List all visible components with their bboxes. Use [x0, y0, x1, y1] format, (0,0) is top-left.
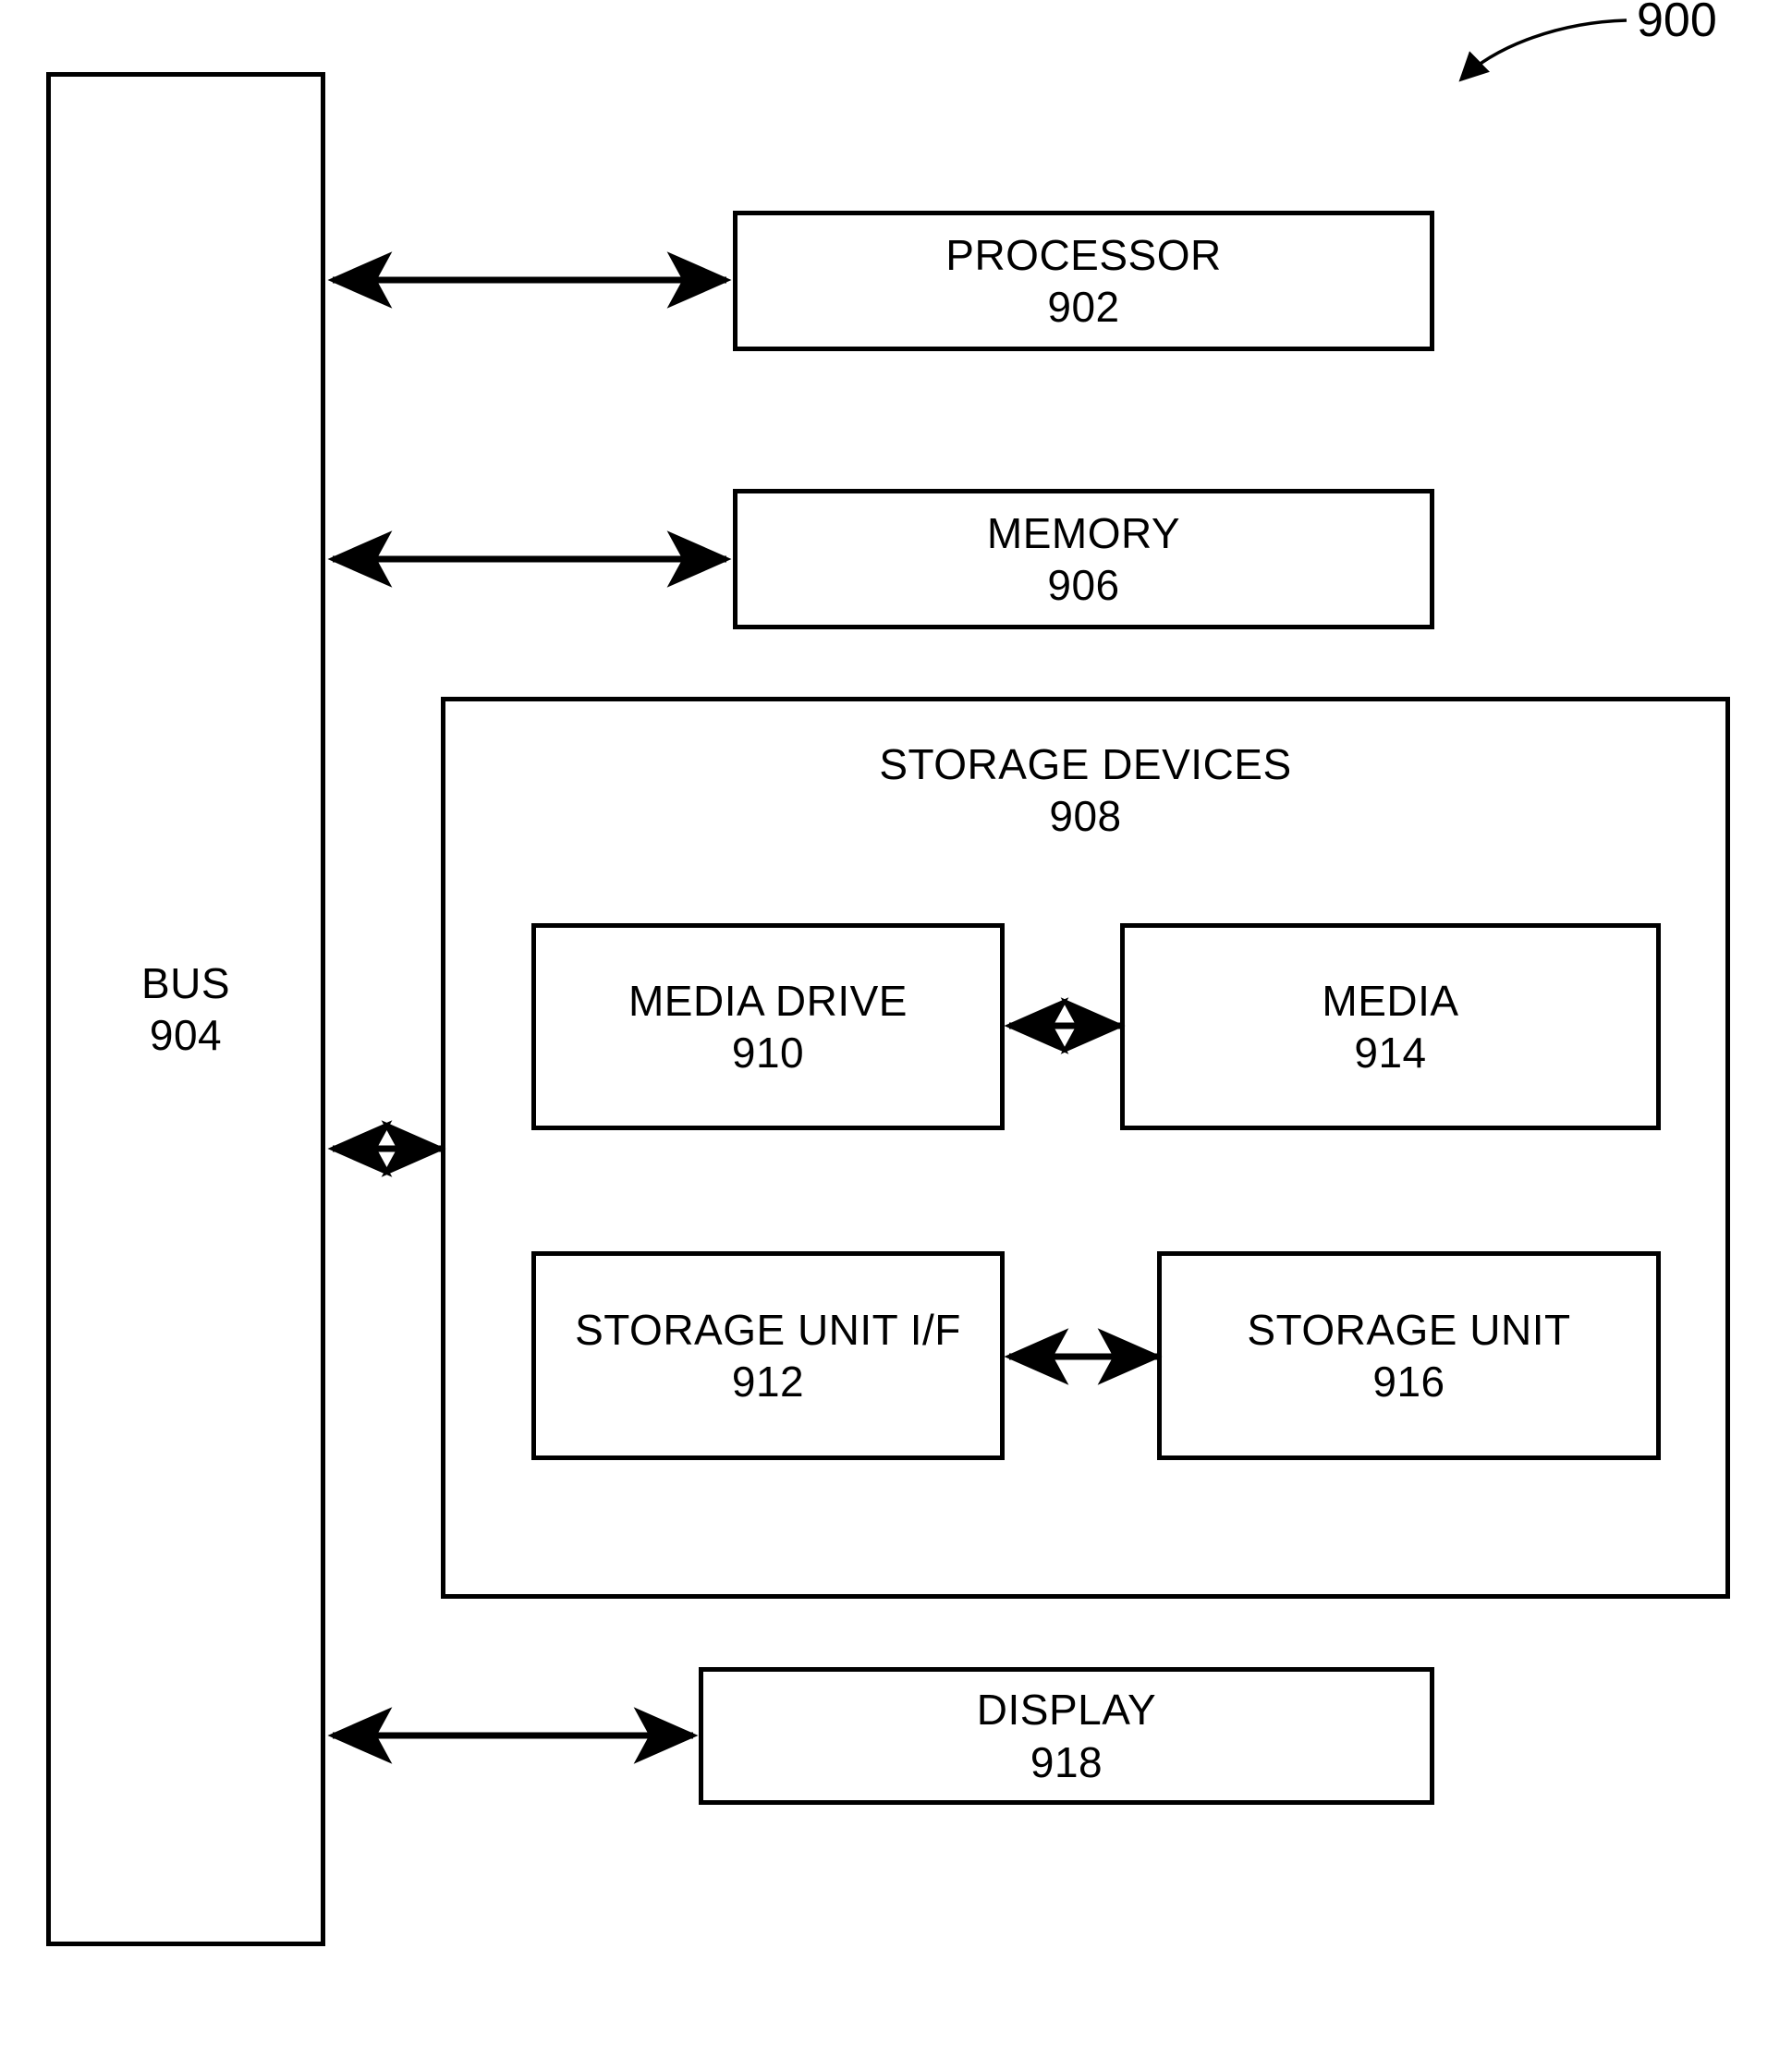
- block-media[interactable]: MEDIA 914: [1120, 923, 1661, 1130]
- block-media-drive-ref: 910: [731, 1029, 805, 1077]
- block-storage-devices[interactable]: STORAGE DEVICES 908: [441, 697, 1730, 1599]
- block-display[interactable]: DISPLAY 918: [699, 1667, 1434, 1805]
- block-storage-unit-label: STORAGE UNIT: [1247, 1305, 1571, 1354]
- block-processor-ref: 902: [1047, 283, 1120, 331]
- block-storage-unit-if-ref: 912: [731, 1358, 805, 1406]
- block-media-drive[interactable]: MEDIA DRIVE 910: [531, 923, 1005, 1130]
- figure-number-900: 900: [1637, 0, 1717, 47]
- block-display-label: DISPLAY: [976, 1686, 1157, 1735]
- figure-canvas: 900 BUS 904 PROCESSOR 902 MEMORY 906 STO…: [0, 0, 1792, 2046]
- block-storage-unit-ref: 916: [1372, 1358, 1445, 1406]
- block-memory[interactable]: MEMORY 906: [733, 489, 1434, 629]
- block-storage-unit-if-label: STORAGE UNIT I/F: [575, 1305, 961, 1354]
- block-display-ref: 918: [1030, 1737, 1103, 1786]
- block-memory-label: MEMORY: [986, 508, 1181, 557]
- block-storage-unit[interactable]: STORAGE UNIT 916: [1157, 1251, 1661, 1460]
- block-storage-devices-ref: 908: [1049, 792, 1122, 841]
- figure-leader-arrow: [1458, 18, 1627, 82]
- block-media-drive-label: MEDIA DRIVE: [628, 976, 908, 1025]
- block-processor-label: PROCESSOR: [945, 230, 1222, 279]
- block-processor[interactable]: PROCESSOR 902: [733, 211, 1434, 351]
- block-media-ref: 914: [1354, 1029, 1427, 1077]
- block-storage-unit-if[interactable]: STORAGE UNIT I/F 912: [531, 1251, 1005, 1460]
- block-storage-devices-label: STORAGE DEVICES: [879, 740, 1292, 788]
- block-bus[interactable]: BUS 904: [46, 72, 325, 1946]
- block-media-label: MEDIA: [1322, 976, 1459, 1025]
- block-bus-label: BUS: [140, 958, 231, 1007]
- block-bus-ref: 904: [149, 1011, 223, 1059]
- block-memory-ref: 906: [1047, 561, 1120, 609]
